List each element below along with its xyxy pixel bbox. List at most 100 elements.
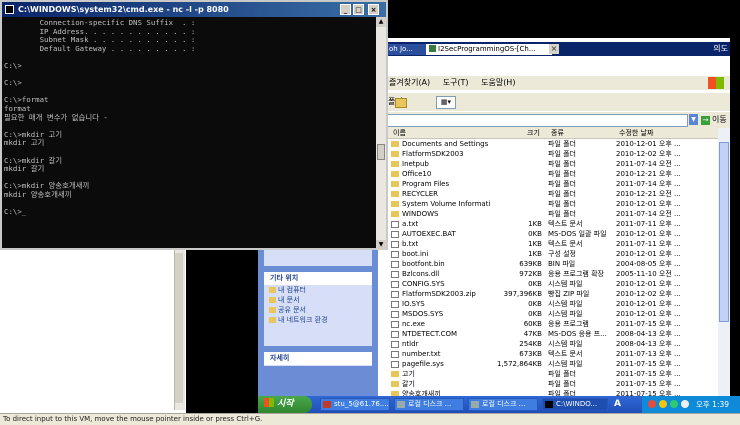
file-row[interactable]: AUTOEXEC.BAT 0KB MS-DOS 일괄 파일 2010-12-01 오후… — [384, 229, 730, 239]
file-row[interactable]: 고기 파일 폴더 2011-07-15 오후 ... — [384, 369, 730, 379]
file-name: System Volume Information — [402, 200, 490, 208]
minimize-button[interactable]: _ — [340, 4, 351, 15]
cmd-icon — [5, 5, 14, 14]
link-my-documents[interactable]: 내 문서 — [264, 295, 372, 305]
file-size: 0KB — [528, 280, 542, 288]
file-row[interactable]: IO.SYS 0KB 시스템 파일 2010-12-01 오후 ... — [384, 299, 730, 309]
file-date: 2011-07-15 오후 ... — [616, 370, 681, 378]
tab-close-button[interactable]: × — [549, 44, 559, 54]
browser-tab-2[interactable]: I2SecProgrammingOS-[Ch... — [426, 44, 552, 55]
file-name: NTDETECT.COM — [402, 330, 458, 338]
column-size[interactable]: 크기 — [524, 128, 540, 138]
folder-icon — [391, 381, 399, 387]
folder-icon — [391, 141, 399, 147]
address-input[interactable] — [386, 114, 688, 127]
file-date: 2011-07-15 오후 ... — [616, 380, 681, 388]
file-row[interactable]: NTDETECT.COM 47KB MS-DOS 응용 프... 2008-04-13… — [384, 329, 730, 339]
file-size: 0KB — [528, 310, 542, 318]
folders-button[interactable]: 폴더 — [388, 96, 407, 108]
file-icon — [391, 341, 399, 348]
cmd-output[interactable]: Connection-specific DNS Suffix . : IP Ad… — [4, 19, 374, 247]
cmd-scroll-up-button[interactable]: ▲ — [376, 17, 386, 27]
file-row[interactable]: pagefile.sys 1,572,864KB 시스템 파일 2011-07-15 … — [384, 359, 730, 369]
close-button[interactable]: × — [368, 4, 379, 15]
host-scroll-thumb[interactable] — [175, 253, 183, 403]
file-row[interactable]: System Volume Information 파일 폴더 2010-12-01… — [384, 199, 730, 209]
page-icon — [429, 45, 436, 52]
address-dropdown-button[interactable]: ▼ — [689, 114, 698, 125]
file-date: 2011-07-15 오후 ... — [616, 390, 681, 396]
language-indicator[interactable]: A — [614, 398, 621, 411]
network-icon[interactable] — [670, 400, 678, 408]
file-row[interactable]: FlatformSDK2003.zip 397,396KB 빵집 ZIP 파일 201… — [384, 289, 730, 299]
file-row[interactable]: Bzlcons.dll 972KB 응용 프로그램 확장 2005-11-10 오전 … — [384, 269, 730, 279]
file-name: 갈기 — [402, 380, 415, 388]
file-name: IO.SYS — [402, 300, 425, 308]
link-my-computer[interactable]: 내 컴퓨터 — [264, 285, 372, 295]
menu-tools[interactable]: 도구(T) — [438, 76, 474, 90]
file-row[interactable]: FlatformSDK2003 파일 폴더 2010-12-02 오후 ... — [384, 149, 730, 159]
file-row[interactable]: WINDOWS 파일 폴더 2011-07-14 오전 ... — [384, 209, 730, 219]
file-date: 2010-12-02 오후 ... — [616, 290, 681, 298]
taskbar-item-local-disk-1[interactable]: 로컬 디스크 ... — [394, 398, 464, 411]
file-name: a.txt — [402, 220, 419, 228]
column-type[interactable]: 종류 — [548, 128, 564, 138]
file-row[interactable]: a.txt 1KB 텍스트 문서 2011-07-11 오후 ... — [384, 219, 730, 229]
file-icon — [391, 281, 399, 288]
clock: 오후 1:39 — [696, 400, 730, 409]
file-row[interactable]: bootfont.bin 639KB BIN 파일 2004-08-05 오후 ... — [384, 259, 730, 269]
column-name[interactable]: 이름 — [390, 128, 406, 138]
volume-icon[interactable] — [681, 400, 689, 408]
file-row[interactable]: RECYCLER 파일 폴더 2010-12-21 오전 ... — [384, 189, 730, 199]
menu-help[interactable]: 도움말(H) — [476, 76, 520, 90]
file-row[interactable]: number.txt 673KB 텍스트 문서 2011-07-13 오후 ... — [384, 349, 730, 359]
file-row[interactable]: MSDOS.SYS 0KB 시스템 파일 2010-12-01 오후 ... — [384, 309, 730, 319]
file-row[interactable]: boot.ini 1KB 구성 설정 2010-12-01 오후 ... — [384, 249, 730, 259]
file-icon — [391, 261, 399, 268]
notification-icon[interactable] — [659, 400, 667, 408]
file-list: 이름 크기 종류 수정한 날짜 Documents and Settings 파일… — [384, 128, 730, 396]
file-list-scroll-thumb[interactable] — [719, 142, 729, 322]
maximize-button[interactable]: □ — [353, 4, 364, 15]
go-label: 이동 — [712, 115, 727, 124]
file-size: 972KB — [519, 270, 542, 278]
file-row[interactable]: Documents and Settings 파일 폴더 2010-12-01 오후… — [384, 139, 730, 149]
cmd-scroll-down-button[interactable]: ▼ — [376, 240, 386, 250]
browser-tab-1[interactable]: oh Jo... — [386, 44, 428, 55]
explorer-toolbar: 폴더 ▦▾ — [384, 93, 730, 111]
folder-icon — [391, 191, 399, 197]
file-date: 2010-12-21 오전 ... — [616, 190, 681, 198]
cmd-titlebar[interactable]: C:\WINDOWS\system32\cmd.exe - nc -l -p 8… — [2, 2, 386, 17]
browser-tab-2-label: I2SecProgrammingOS-[Ch... — [438, 45, 536, 53]
cmd-scroll-thumb[interactable] — [377, 144, 385, 160]
file-row[interactable]: CONFIG.SYS 0KB 시스템 파일 2010-12-01 오후 ... — [384, 279, 730, 289]
taskbar-item-local-disk-2[interactable]: 로컬 디스크 ... — [468, 398, 538, 411]
file-size: 1KB — [528, 250, 542, 258]
file-row[interactable]: Inetpub 파일 폴더 2011-07-14 오전 ... — [384, 159, 730, 169]
file-row[interactable]: 양송호개새끼 파일 폴더 2011-07-15 오후 ... — [384, 389, 730, 396]
security-icon[interactable] — [648, 400, 656, 408]
cmd-scrollbar[interactable] — [376, 17, 386, 250]
link-label: 내 네트워크 환경 — [278, 316, 328, 324]
views-button[interactable]: ▦▾ — [436, 96, 456, 109]
column-date[interactable]: 수정한 날짜 — [616, 128, 653, 138]
go-button[interactable]: → 이동 — [701, 113, 727, 126]
menu-favorites[interactable]: 즐겨찾기(A) — [384, 76, 435, 90]
file-date: 2004-08-05 오후 ... — [616, 260, 681, 268]
file-name: 고기 — [402, 370, 415, 378]
file-row[interactable]: ntldr 254KB 시스템 파일 2008-04-13 오후 ... — [384, 339, 730, 349]
taskbar-item-filezilla[interactable]: stu_5@61.76.... — [320, 398, 390, 411]
file-row[interactable]: nc.exe 60KB 응용 프로그램 2011-07-15 오후 ... — [384, 319, 730, 329]
file-row[interactable]: Office10 파일 폴더 2010-12-21 오후 ... — [384, 169, 730, 179]
file-row[interactable]: 갈기 파일 폴더 2011-07-15 오후 ... — [384, 379, 730, 389]
start-button[interactable]: 시작 — [258, 396, 312, 413]
other-places-title[interactable]: 기타 위치 — [264, 272, 372, 285]
details-title[interactable]: 자세히 — [264, 352, 372, 365]
file-row[interactable]: Program Files 파일 폴더 2011-07-14 오후 ... — [384, 179, 730, 189]
taskbar-item-cmd[interactable]: C:\WINDO... — [542, 398, 608, 411]
file-icon — [391, 301, 399, 308]
link-shared-documents[interactable]: 공유 문서 — [264, 305, 372, 315]
file-size: 47KB — [523, 330, 542, 338]
link-network-places[interactable]: 내 네트워크 환경 — [264, 315, 372, 325]
file-row[interactable]: b.txt 1KB 텍스트 문서 2011-07-11 오후 ... — [384, 239, 730, 249]
